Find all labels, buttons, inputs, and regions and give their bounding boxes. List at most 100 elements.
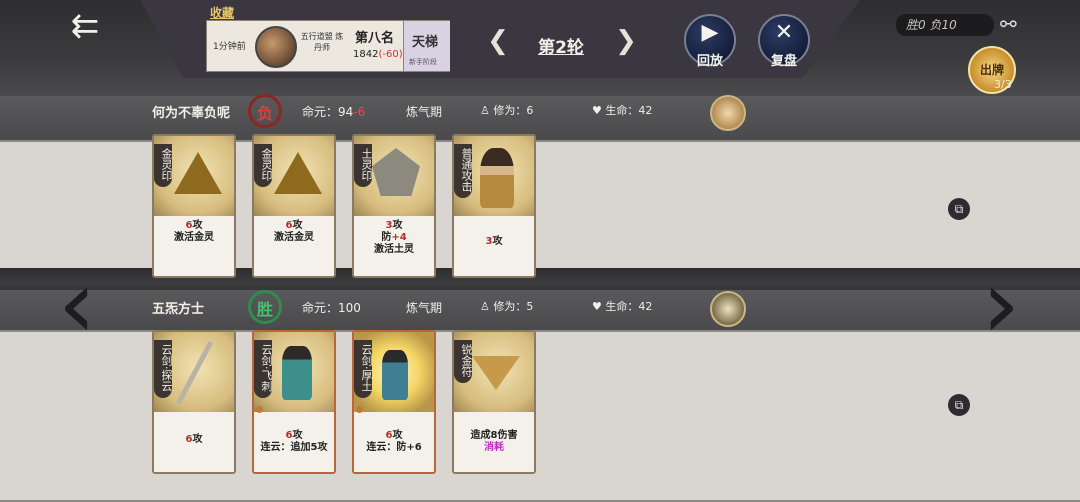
card-name: 普通攻击 [454, 144, 473, 198]
card-consume-tag: 消耗 [484, 442, 504, 453]
opponent-sect: 五行道盟 炼丹师 [300, 32, 344, 52]
review-button[interactable]: ✕ 复盘 [758, 14, 810, 69]
player1-companion-avatar[interactable] [710, 95, 746, 131]
card-name: 金灵印 [154, 144, 173, 187]
card-attack-unit: 攻 [392, 220, 403, 231]
player2-cultivation: ♙ 修为：5 [480, 298, 533, 314]
card-gem-icon [256, 406, 263, 413]
player1-life-value: 命元：94 [302, 105, 354, 119]
heart-icon: ♥ [592, 104, 602, 117]
ladder-stage: 新手阶段 [409, 58, 437, 66]
player2-cultivation-label: 修为：5 [493, 300, 534, 313]
player1-life-change: -6 [353, 105, 366, 119]
card-name: 云剑·厚土 [354, 340, 373, 398]
back-double-arrow-icon: ⇇ [70, 6, 100, 46]
ladder-label: 天梯 [412, 35, 439, 50]
player2-card-3[interactable]: 云剑·厚土 6攻 连云：防+6 [352, 330, 436, 474]
card-attack-unit: 攻 [192, 220, 203, 231]
win-loss-record: 胜0 负10 [896, 14, 994, 36]
player2-copy-deck-button[interactable]: ⧉ [948, 394, 970, 416]
copy-icon: ⧉ [954, 202, 964, 216]
card-effect: 激活金灵 [274, 232, 314, 243]
chevron-right-icon: › [981, 248, 1021, 360]
opponent-score: 1842(-60) [353, 49, 403, 60]
player2-result-badge: 胜 [248, 290, 282, 324]
share-button[interactable]: ⚯ [1000, 12, 1030, 42]
player2-card-4[interactable]: 锐金符 造成8伤害 消耗 [452, 330, 536, 474]
review-label: 复盘 [770, 54, 797, 69]
card-effect: 连云：防+6 [366, 442, 422, 453]
player2-life: 命元：100 [302, 301, 361, 315]
card-description: 造成8伤害 消耗 [454, 430, 534, 454]
player1-card-2[interactable]: 金灵印 6攻 激活金灵 [252, 134, 336, 278]
card-effect: 连云：追加5攻 [260, 442, 328, 453]
card-description: 3攻 [454, 236, 534, 248]
player1-copy-deck-button[interactable]: ⧉ [948, 198, 970, 220]
card-name: 云剑·飞刺 [254, 340, 273, 398]
card-description: 3攻 防+4 激活土灵 [354, 220, 434, 256]
card-description: 6攻 激活金灵 [254, 220, 334, 244]
player2-card-2[interactable]: 云剑·飞刺 6攻 连云：追加5攻 [252, 330, 336, 474]
card-description: 6攻 连云：追加5攻 [254, 430, 334, 454]
card-description: 6攻 [154, 434, 234, 446]
player1-cultivation-label: 修为：6 [493, 104, 534, 117]
meditation-icon: ♙ [480, 300, 490, 313]
meditation-icon: ♙ [480, 104, 490, 117]
next-page-arrow[interactable]: › [976, 256, 1026, 360]
play-icon: ▶ [701, 20, 719, 45]
opponent-time: 1分钟前 [213, 42, 246, 52]
player1-name: 何为不辜负呢 [152, 106, 231, 121]
card-name: 土灵印 [354, 144, 373, 187]
previous-round-button[interactable]: ❮ [484, 28, 512, 56]
card-name: 云剑·探云 [154, 340, 173, 398]
player2-hp-label: 生命：42 [605, 300, 653, 313]
player2-companion-avatar[interactable] [710, 291, 746, 327]
player2-info-row: 五炁方士 胜 命元：100 炼气期 ♙ 修为：5 ♥ 生命：42 [0, 290, 1080, 327]
card-effect: 激活土灵 [374, 244, 414, 255]
previous-page-arrow[interactable]: ‹ [52, 256, 102, 360]
player1-hp-label: 生命：42 [605, 104, 653, 117]
opponent-score-change: (-60) [378, 49, 403, 60]
replay-button[interactable]: ▶ 回放 [684, 14, 736, 69]
card-effect: 造成8伤害 [470, 430, 518, 441]
chevron-left-icon: ‹ [57, 248, 97, 360]
favorite-link[interactable]: 收藏 [210, 4, 234, 21]
card-gem-icon [356, 406, 363, 413]
player1-result-badge: 负 [248, 94, 282, 128]
card-defense-label: 防 [381, 232, 392, 243]
next-round-button[interactable]: ❯ [612, 28, 640, 56]
card-attack-unit: 攻 [192, 434, 203, 445]
card-defense-value: +4 [391, 232, 407, 243]
crossed-swords-icon: ✕ [774, 20, 794, 45]
card-description: 6攻 激活金灵 [154, 220, 234, 244]
opponent-score-value: 1842 [353, 49, 379, 60]
player1-life: 命元：94-6 [302, 103, 365, 120]
opponent-avatar [255, 26, 297, 68]
ladder-badge: 天梯 新手阶段 [403, 21, 450, 71]
card-name: 金灵印 [254, 144, 273, 187]
card-name: 锐金符 [454, 340, 473, 383]
card-attack-unit: 攻 [392, 430, 403, 441]
copy-icon: ⧉ [954, 398, 964, 412]
player1-card-4[interactable]: 普通攻击 3攻 [452, 134, 536, 278]
play-order-label: 出牌 [979, 63, 1004, 77]
card-attack-unit: 攻 [292, 220, 303, 231]
player2-card-1[interactable]: 云剑·探云 6攻 [152, 330, 236, 474]
player1-realm: 炼气期 [406, 105, 443, 119]
player1-cultivation: ♙ 修为：6 [480, 102, 533, 118]
player1-card-3[interactable]: 土灵印 3攻 防+4 激活土灵 [352, 134, 436, 278]
card-attack-unit: 攻 [492, 236, 503, 247]
back-button[interactable]: ⇇ [60, 8, 110, 44]
round-label: 第2轮 [538, 38, 584, 58]
card-effect: 激活金灵 [174, 232, 214, 243]
opponent-rank: 第八名 [355, 31, 395, 46]
player2-realm: 炼气期 [406, 301, 443, 315]
card-description: 6攻 连云：防+6 [354, 430, 434, 454]
player2-name: 五炁方士 [152, 302, 205, 317]
play-order-count: 3/3 [994, 78, 1012, 91]
replay-label: 回放 [696, 54, 723, 69]
player1-info-row: 何为不辜负呢 负 命元：94-6 炼气期 ♙ 修为：6 ♥ 生命：42 [0, 94, 1080, 131]
player1-card-1[interactable]: 金灵印 6攻 激活金灵 [152, 134, 236, 278]
player2-hp: ♥ 生命：42 [592, 298, 652, 314]
opponent-info-panel[interactable]: 1分钟前 五行道盟 炼丹师 第八名 1842(-60) 天梯 新手阶段 [206, 20, 450, 72]
